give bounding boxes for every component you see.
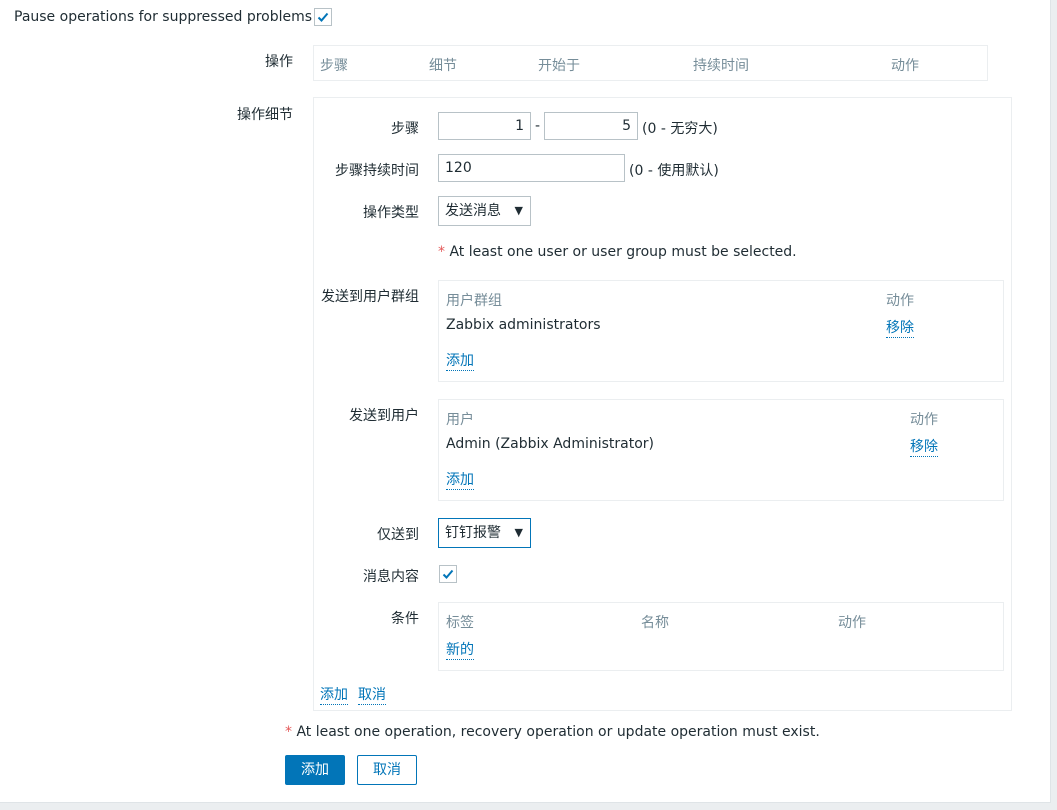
- message-content-checkbox[interactable]: [439, 565, 457, 583]
- col-details: 细节: [429, 58, 457, 74]
- col-condition-action: 动作: [838, 615, 866, 631]
- operation-required-text: At least one operation, recovery operati…: [296, 724, 820, 740]
- add-user-group-link[interactable]: 添加: [446, 350, 474, 371]
- send-to-user-groups-label: 发送到用户群组: [321, 289, 419, 305]
- required-star: *: [285, 724, 292, 740]
- col-duration: 持续时间: [693, 58, 749, 74]
- send-only-to-select[interactable]: 钉钉报警 ▼: [438, 518, 531, 548]
- new-condition-link[interactable]: 新的: [446, 639, 474, 660]
- user-name: Admin (Zabbix Administrator): [446, 436, 654, 452]
- operation-required-warning: * At least one operation, recovery opera…: [285, 724, 820, 740]
- steps-from-input[interactable]: 1: [438, 112, 531, 140]
- col-user-group: 用户群组: [446, 293, 502, 309]
- col-user-group-action: 动作: [886, 293, 914, 309]
- send-only-to-label: 仅送到: [377, 527, 419, 543]
- col-user-action: 动作: [910, 412, 938, 428]
- dropdown-arrow-icon: ▼: [514, 204, 523, 217]
- pause-operations-checkbox[interactable]: [314, 8, 332, 26]
- operation-type-select[interactable]: 发送消息 ▼: [438, 196, 531, 226]
- cancel-button[interactable]: 取消: [357, 755, 417, 785]
- steps-separator: -: [535, 118, 541, 134]
- col-name: 名称: [641, 615, 669, 631]
- send-to-users-label: 发送到用户: [349, 408, 419, 424]
- checkmark-icon: [317, 12, 329, 22]
- operations-table: 步骤 细节 开始于 持续时间 动作: [313, 45, 988, 81]
- user-required-warning: * At least one user or user group must b…: [438, 244, 797, 260]
- users-table: 用户 动作 Admin (Zabbix Administrator) 移除 添加: [438, 399, 1004, 501]
- send-only-to-value: 钉钉报警: [445, 525, 501, 541]
- add-user-link[interactable]: 添加: [446, 469, 474, 490]
- user-groups-table: 用户群组 动作 Zabbix administrators 移除 添加: [438, 280, 1004, 382]
- col-label: 标签: [446, 615, 474, 631]
- operation-details-label: 操作细节: [237, 107, 293, 123]
- steps-label: 步骤: [391, 121, 419, 137]
- steps-to-input[interactable]: 5: [544, 112, 638, 140]
- checkmark-icon: [442, 569, 454, 579]
- operations-label: 操作: [265, 54, 293, 70]
- operation-type-label: 操作类型: [363, 205, 419, 221]
- step-duration-input[interactable]: 120: [438, 154, 625, 182]
- col-start-in: 开始于: [538, 58, 580, 74]
- required-star: *: [438, 244, 445, 260]
- add-button[interactable]: 添加: [285, 755, 345, 785]
- steps-hint: (0 - 无穷大): [642, 121, 718, 137]
- conditions-label: 条件: [391, 611, 419, 627]
- conditions-table: 标签 名称 动作 新的: [438, 602, 1004, 671]
- details-add-link[interactable]: 添加: [320, 684, 348, 705]
- message-content-label: 消息内容: [363, 569, 419, 585]
- remove-user-group-link[interactable]: 移除: [886, 317, 914, 338]
- remove-user-link[interactable]: 移除: [910, 436, 938, 457]
- step-duration-label: 步骤持续时间: [335, 163, 419, 179]
- dropdown-arrow-icon: ▼: [514, 526, 523, 539]
- details-cancel-link[interactable]: 取消: [358, 684, 386, 705]
- action-operations-form: Pause operations for suppressed problems…: [0, 0, 1051, 803]
- operation-type-value: 发送消息: [445, 203, 501, 219]
- pause-operations-label: Pause operations for suppressed problems: [14, 9, 313, 25]
- user-group-name: Zabbix administrators: [446, 317, 601, 333]
- col-action: 动作: [891, 58, 919, 74]
- col-user: 用户: [446, 412, 474, 428]
- user-required-text: At least one user or user group must be …: [449, 244, 797, 260]
- col-step: 步骤: [320, 58, 348, 74]
- step-duration-hint: (0 - 使用默认): [629, 163, 719, 179]
